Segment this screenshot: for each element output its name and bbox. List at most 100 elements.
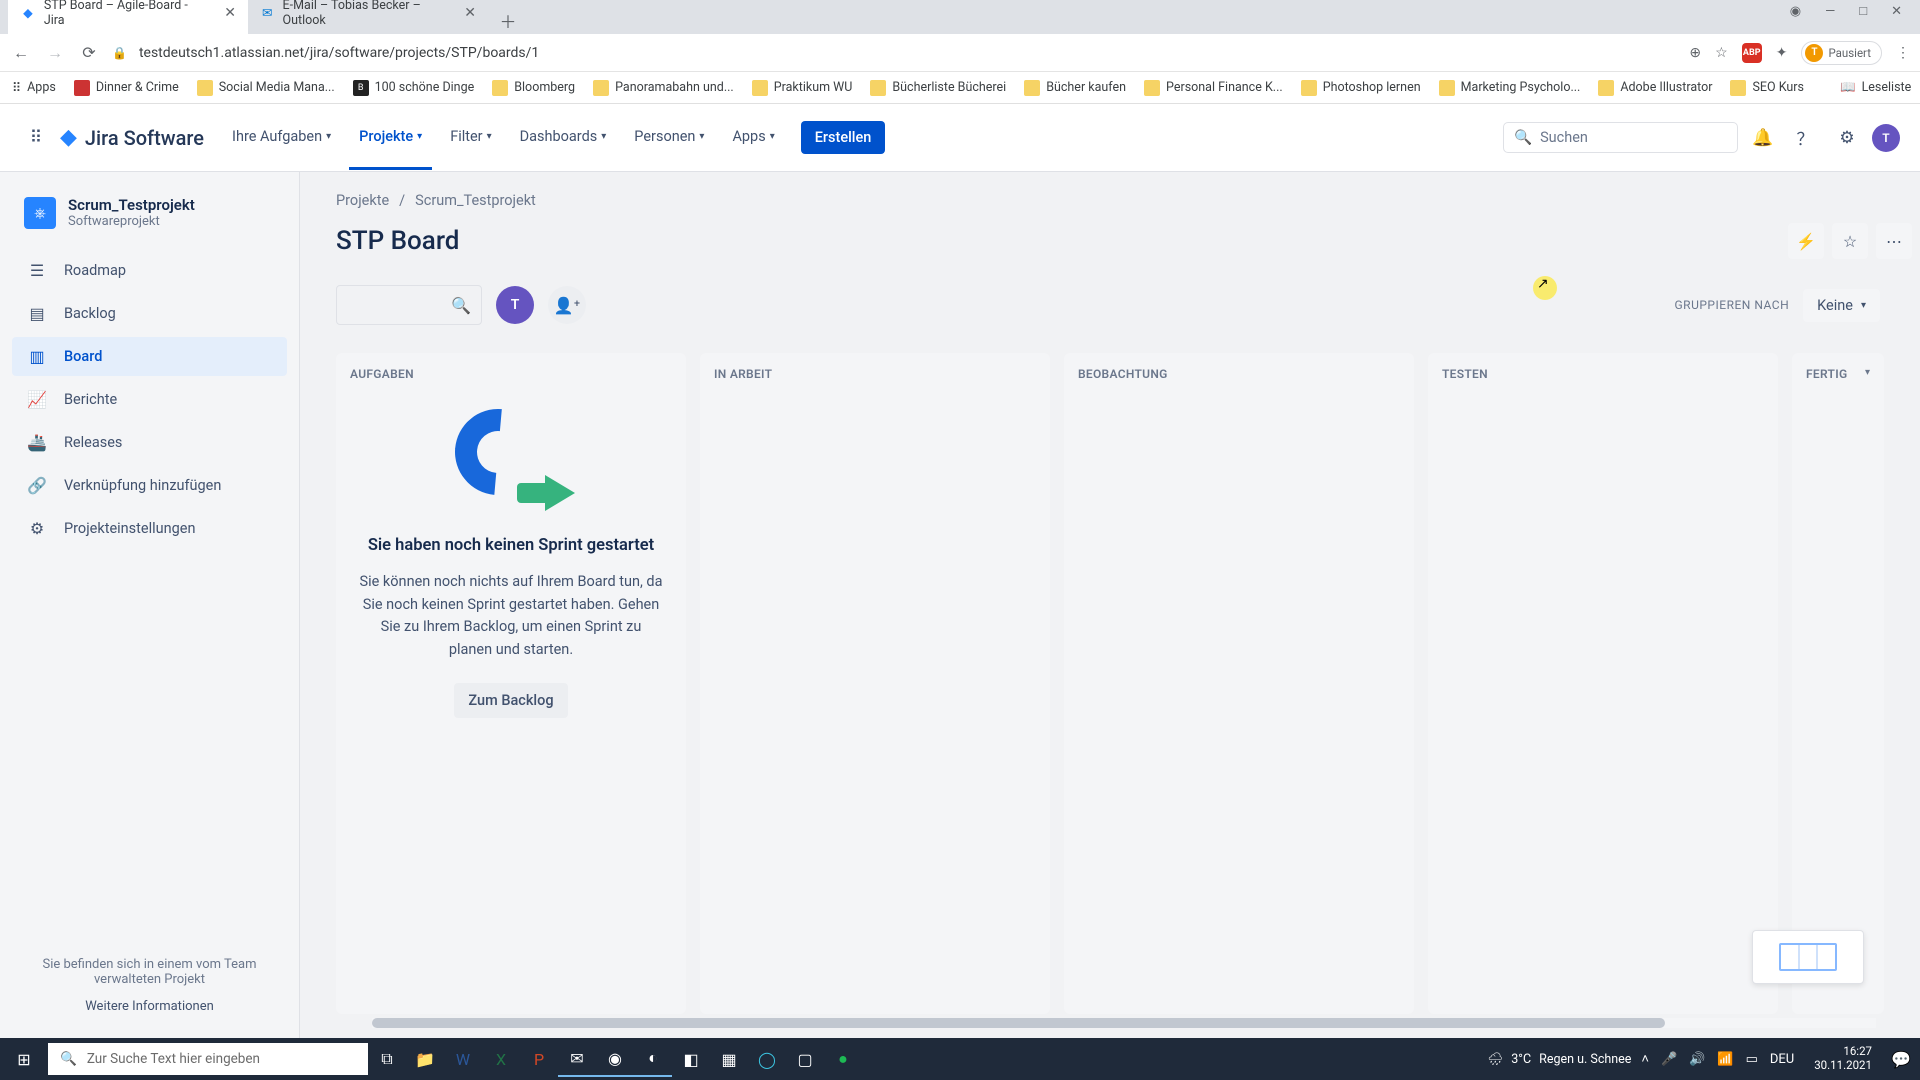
add-people-button[interactable]: 👤⁺	[548, 286, 586, 324]
sidebar-item-roadmap[interactable]: ☰Roadmap	[12, 251, 287, 290]
sidebar-item-board[interactable]: ▥Board	[12, 337, 287, 376]
board-column-in-progress[interactable]: IN ARBEIT	[700, 353, 1050, 1014]
bookmark-item[interactable]: Bücher kaufen	[1024, 80, 1126, 96]
word-icon[interactable]: W	[444, 1043, 482, 1076]
window-minimize-icon[interactable]: —	[1825, 4, 1835, 19]
weather-widget[interactable]: 🌧 3°C Regen u. Schnee	[1487, 1052, 1631, 1067]
scrollbar-thumb[interactable]	[372, 1018, 1665, 1028]
bookmark-item[interactable]: Social Media Mana...	[197, 80, 335, 96]
sidebar-item-releases[interactable]: 🚢Releases	[12, 423, 287, 462]
bookmark-item[interactable]: Praktikum WU	[752, 80, 853, 96]
excel-icon[interactable]: X	[482, 1043, 520, 1076]
page-title[interactable]: STP Board	[336, 226, 459, 256]
system-tray[interactable]: ˄ 🎤 🔊 📶 ▭ DEU	[1631, 1051, 1804, 1067]
nav-dashboards[interactable]: Dashboards▾	[510, 106, 617, 170]
bookmark-item[interactable]: SEO Kurs	[1730, 80, 1804, 96]
bookmark-item[interactable]: Dinner & Crime	[74, 80, 179, 96]
breadcrumb-link[interactable]: Projekte	[336, 192, 389, 209]
tray-chevron-icon[interactable]: ˄	[1641, 1051, 1649, 1067]
tray-wifi-icon[interactable]: 📶	[1717, 1052, 1733, 1067]
bookmark-apps[interactable]: ⠿Apps	[12, 80, 56, 96]
bookmark-item[interactable]: Personal Finance K...	[1144, 80, 1283, 96]
go-to-backlog-button[interactable]: Zum Backlog	[454, 683, 567, 718]
bookmark-item[interactable]: Bloomberg	[492, 80, 575, 96]
nav-projects[interactable]: Projekte▾	[349, 106, 432, 170]
window-maximize-icon[interactable]: □	[1859, 3, 1867, 19]
zoom-icon[interactable]: ⊕	[1689, 45, 1701, 61]
notifications-icon[interactable]: 🔔	[1746, 121, 1780, 155]
nav-your-work[interactable]: Ihre Aufgaben▾	[222, 106, 341, 170]
lock-icon[interactable]: 🔒	[112, 46, 127, 60]
board-column-review[interactable]: BEOBACHTUNG	[1064, 353, 1414, 1014]
settings-icon[interactable]: ⚙	[1830, 121, 1864, 155]
global-search-input[interactable]: 🔍 Suchen	[1503, 122, 1738, 153]
app-icon[interactable]: ▦	[710, 1043, 748, 1076]
more-actions-icon[interactable]: ⋯	[1876, 223, 1912, 259]
bookmark-item[interactable]: Bücherliste Bücherei	[870, 80, 1006, 96]
chrome-menu-icon[interactable]: ⋮	[1896, 45, 1910, 61]
sidebar-item-project-settings[interactable]: ⚙Projekteinstellungen	[12, 509, 287, 548]
board-column-done[interactable]: FERTIG▾	[1792, 353, 1884, 1014]
edge-icon[interactable]: ◯	[748, 1043, 786, 1076]
help-icon[interactable]: ？	[1788, 121, 1822, 155]
bookmark-item[interactable]: B100 schöne Dinge	[353, 80, 475, 96]
chrome-icon[interactable]: ◉	[596, 1042, 634, 1077]
tray-battery-icon[interactable]: ▭	[1746, 1052, 1758, 1067]
sidebar-footer-link[interactable]: Weitere Informationen	[28, 999, 271, 1014]
nav-back-icon[interactable]: ←	[10, 43, 32, 63]
nav-people[interactable]: Personen▾	[624, 106, 714, 170]
board-column-test[interactable]: TESTEN	[1428, 353, 1778, 1014]
automation-icon[interactable]: ⚡	[1788, 223, 1824, 259]
board-minimap-widget[interactable]	[1752, 930, 1864, 984]
tray-lang[interactable]: DEU	[1770, 1052, 1794, 1067]
bookmark-item[interactable]: Photoshop lernen	[1301, 80, 1421, 96]
new-tab-button[interactable]: ＋	[494, 6, 522, 34]
tab-close-icon[interactable]: ✕	[464, 5, 476, 21]
user-avatar[interactable]: T	[1872, 124, 1900, 152]
abp-extension-icon[interactable]: ABP	[1742, 43, 1762, 63]
tray-mic-icon[interactable]: 🎤	[1661, 1052, 1677, 1067]
browser-tab-active[interactable]: ◆ STP Board – Agile-Board - Jira ✕	[8, 0, 248, 34]
board-search-input[interactable]: 🔍	[336, 285, 482, 325]
assignee-avatar[interactable]: T	[496, 286, 534, 324]
nav-apps[interactable]: Apps▾	[722, 106, 784, 170]
app-icon[interactable]: ◧	[672, 1043, 710, 1076]
chevron-down-icon[interactable]: ▾	[1865, 367, 1870, 378]
browser-tab-inactive[interactable]: ✉ E-Mail – Tobias Becker – Outlook ✕	[248, 0, 488, 34]
action-center-icon[interactable]: 💬	[1882, 1043, 1920, 1076]
breadcrumb-link[interactable]: Scrum_Testprojekt	[415, 192, 536, 209]
start-button[interactable]: ⊞	[0, 1050, 48, 1069]
sidebar-item-add-link[interactable]: 🔗Verknüpfung hinzufügen	[12, 466, 287, 505]
mail-icon[interactable]: ✉	[558, 1042, 596, 1077]
nav-filters[interactable]: Filter▾	[440, 106, 501, 170]
board-column-todo[interactable]: AUFGABEN Sie haben noch keinen Sprint ge…	[336, 353, 686, 1014]
bookmark-item[interactable]: Marketing Psycholo...	[1439, 80, 1581, 96]
explorer-icon[interactable]: 📁	[406, 1043, 444, 1076]
app-switcher-icon[interactable]: ⠿	[20, 122, 52, 154]
sidebar-item-backlog[interactable]: ▤Backlog	[12, 294, 287, 333]
sidebar-item-reports[interactable]: 📈Berichte	[12, 380, 287, 419]
bookmark-star-icon[interactable]: ☆	[1715, 45, 1728, 61]
star-icon[interactable]: ☆	[1832, 223, 1868, 259]
taskbar-clock[interactable]: 16:27 30.11.2021	[1804, 1045, 1882, 1073]
group-by-select[interactable]: Keine▾	[1803, 289, 1880, 322]
tab-close-icon[interactable]: ✕	[224, 5, 236, 21]
tray-volume-icon[interactable]: 🔊	[1689, 1052, 1705, 1067]
nav-reload-icon[interactable]: ⟳	[78, 43, 100, 62]
profile-pill[interactable]: T Pausiert	[1801, 41, 1882, 65]
bookmark-item[interactable]: Adobe Illustrator	[1598, 80, 1712, 96]
obs-icon[interactable]: ◐	[634, 1041, 672, 1077]
jira-logo[interactable]: ◆ Jira Software	[60, 125, 204, 150]
app-icon[interactable]: ▢	[786, 1043, 824, 1076]
horizontal-scrollbar[interactable]	[372, 1018, 1876, 1028]
address-bar[interactable]: testdeutsch1.atlassian.net/jira/software…	[139, 45, 1677, 61]
powerpoint-icon[interactable]: P	[520, 1043, 558, 1076]
task-view-icon[interactable]: ⧉	[368, 1042, 406, 1076]
create-button[interactable]: Erstellen	[801, 121, 886, 154]
reading-list-button[interactable]: 📖Leseliste	[1840, 80, 1911, 95]
windows-search-input[interactable]: 🔍Zur Suche Text hier eingeben	[48, 1043, 368, 1075]
window-close-icon[interactable]: ✕	[1891, 4, 1902, 19]
spotify-icon[interactable]: ●	[824, 1042, 862, 1076]
bookmark-item[interactable]: Panoramabahn und...	[593, 80, 734, 96]
extensions-icon[interactable]: ✦	[1776, 45, 1788, 61]
